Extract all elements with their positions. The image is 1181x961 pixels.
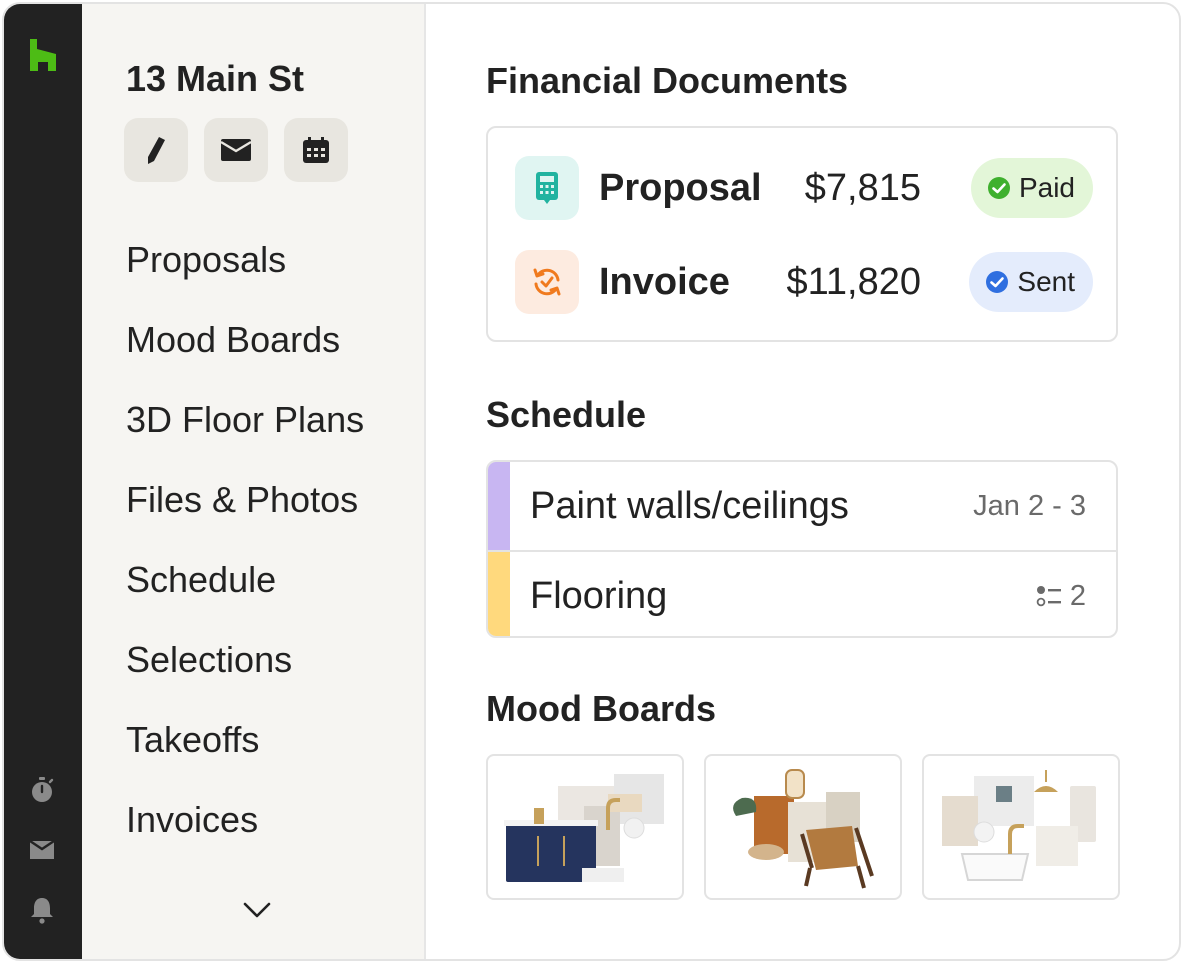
nav-item-mood-boards[interactable]: Mood Boards — [126, 312, 364, 392]
pencil-icon — [148, 137, 165, 164]
mood-boards-heading: Mood Boards — [486, 688, 716, 729]
calendar-button[interactable] — [284, 118, 348, 182]
mood-board-thumbnail-bath[interactable] — [486, 754, 684, 900]
nav-item-files-photos[interactable]: Files & Photos — [126, 472, 364, 552]
nav-item-selections[interactable]: Selections — [126, 632, 364, 712]
houzz-logo-icon[interactable] — [28, 38, 58, 72]
project-sidebar: 13 Main St Proposals Mood Boards 3D Floo… — [82, 4, 426, 959]
schedule-heading: Schedule — [486, 394, 647, 435]
schedule-card: Paint walls/ceilings Jan 2 - 3 Flooring … — [486, 460, 1118, 638]
schedule-color-bar — [488, 462, 510, 550]
doc-name: Invoice — [599, 261, 730, 303]
doc-amount: $11,820 — [786, 261, 921, 303]
nav-item-3d-floor-plans[interactable]: 3D Floor Plans — [126, 392, 364, 472]
mood-board-image — [733, 769, 874, 889]
app-window: 13 Main St Proposals Mood Boards 3D Floo… — [2, 2, 1181, 961]
financial-documents-heading: Financial Documents — [486, 60, 849, 101]
status-badge-paid: Paid — [970, 158, 1093, 218]
doc-row-proposal[interactable]: Proposal $7,815 Paid — [515, 156, 1093, 220]
check-circle-icon — [987, 177, 1010, 199]
checklist-icon — [1036, 586, 1061, 607]
refresh-check-icon — [515, 250, 579, 314]
global-rail — [4, 4, 82, 959]
status-label: Paid — [1018, 172, 1075, 203]
nav-item-proposals[interactable]: Proposals — [126, 232, 364, 312]
nav-item-invoices[interactable]: Invoices — [126, 792, 364, 872]
edit-button[interactable] — [124, 118, 188, 182]
chevron-down-icon[interactable] — [242, 900, 272, 920]
status-label: Sent — [1017, 266, 1075, 297]
envelope-icon — [221, 139, 251, 161]
project-actions — [124, 118, 348, 182]
bell-icon[interactable] — [28, 896, 56, 924]
schedule-item-dates-text: Jan 2 - 3 — [973, 490, 1086, 522]
schedule-item-name: Paint walls/ceilings — [530, 485, 849, 527]
schedule-item[interactable]: Paint walls/ceilings Jan 2 - 3 — [488, 462, 1116, 552]
main-content: Financial Documents Proposal $7,815 Paid… — [486, 4, 1126, 959]
schedule-item[interactable]: Flooring 2 — [488, 552, 1116, 636]
nav-item-takeoffs[interactable]: Takeoffs — [126, 712, 364, 792]
financial-documents-card: Proposal $7,815 Paid Invoice $11,820 Sen… — [486, 126, 1118, 342]
status-badge-sent: Sent — [969, 252, 1093, 312]
schedule-item-count: 2 — [1069, 580, 1086, 612]
nav-item-schedule[interactable]: Schedule — [126, 552, 364, 632]
mood-board-list — [486, 754, 1120, 900]
schedule-color-bar — [488, 552, 510, 636]
schedule-item-checklist: 2 — [1036, 576, 1086, 616]
check-circle-icon — [986, 271, 1009, 293]
message-button[interactable] — [204, 118, 268, 182]
doc-amount: $7,815 — [804, 167, 921, 209]
doc-name: Proposal — [599, 167, 762, 209]
project-nav: Proposals Mood Boards 3D Floor Plans Fil… — [126, 232, 364, 872]
mood-board-image — [942, 770, 1096, 881]
calendar-icon — [303, 137, 329, 163]
timer-icon[interactable] — [28, 776, 56, 804]
schedule-item-name: Flooring — [530, 575, 668, 617]
mood-board-image — [504, 774, 664, 882]
schedule-item-dates: Jan 2 - 3 — [973, 486, 1086, 526]
mood-board-thumbnail-living[interactable] — [704, 754, 902, 900]
calculator-icon — [515, 156, 579, 220]
project-title: 13 Main St — [126, 58, 305, 99]
mood-board-thumbnail-kitchen[interactable] — [922, 754, 1120, 900]
envelope-icon[interactable] — [28, 836, 56, 864]
doc-row-invoice[interactable]: Invoice $11,820 Sent — [515, 250, 1093, 314]
